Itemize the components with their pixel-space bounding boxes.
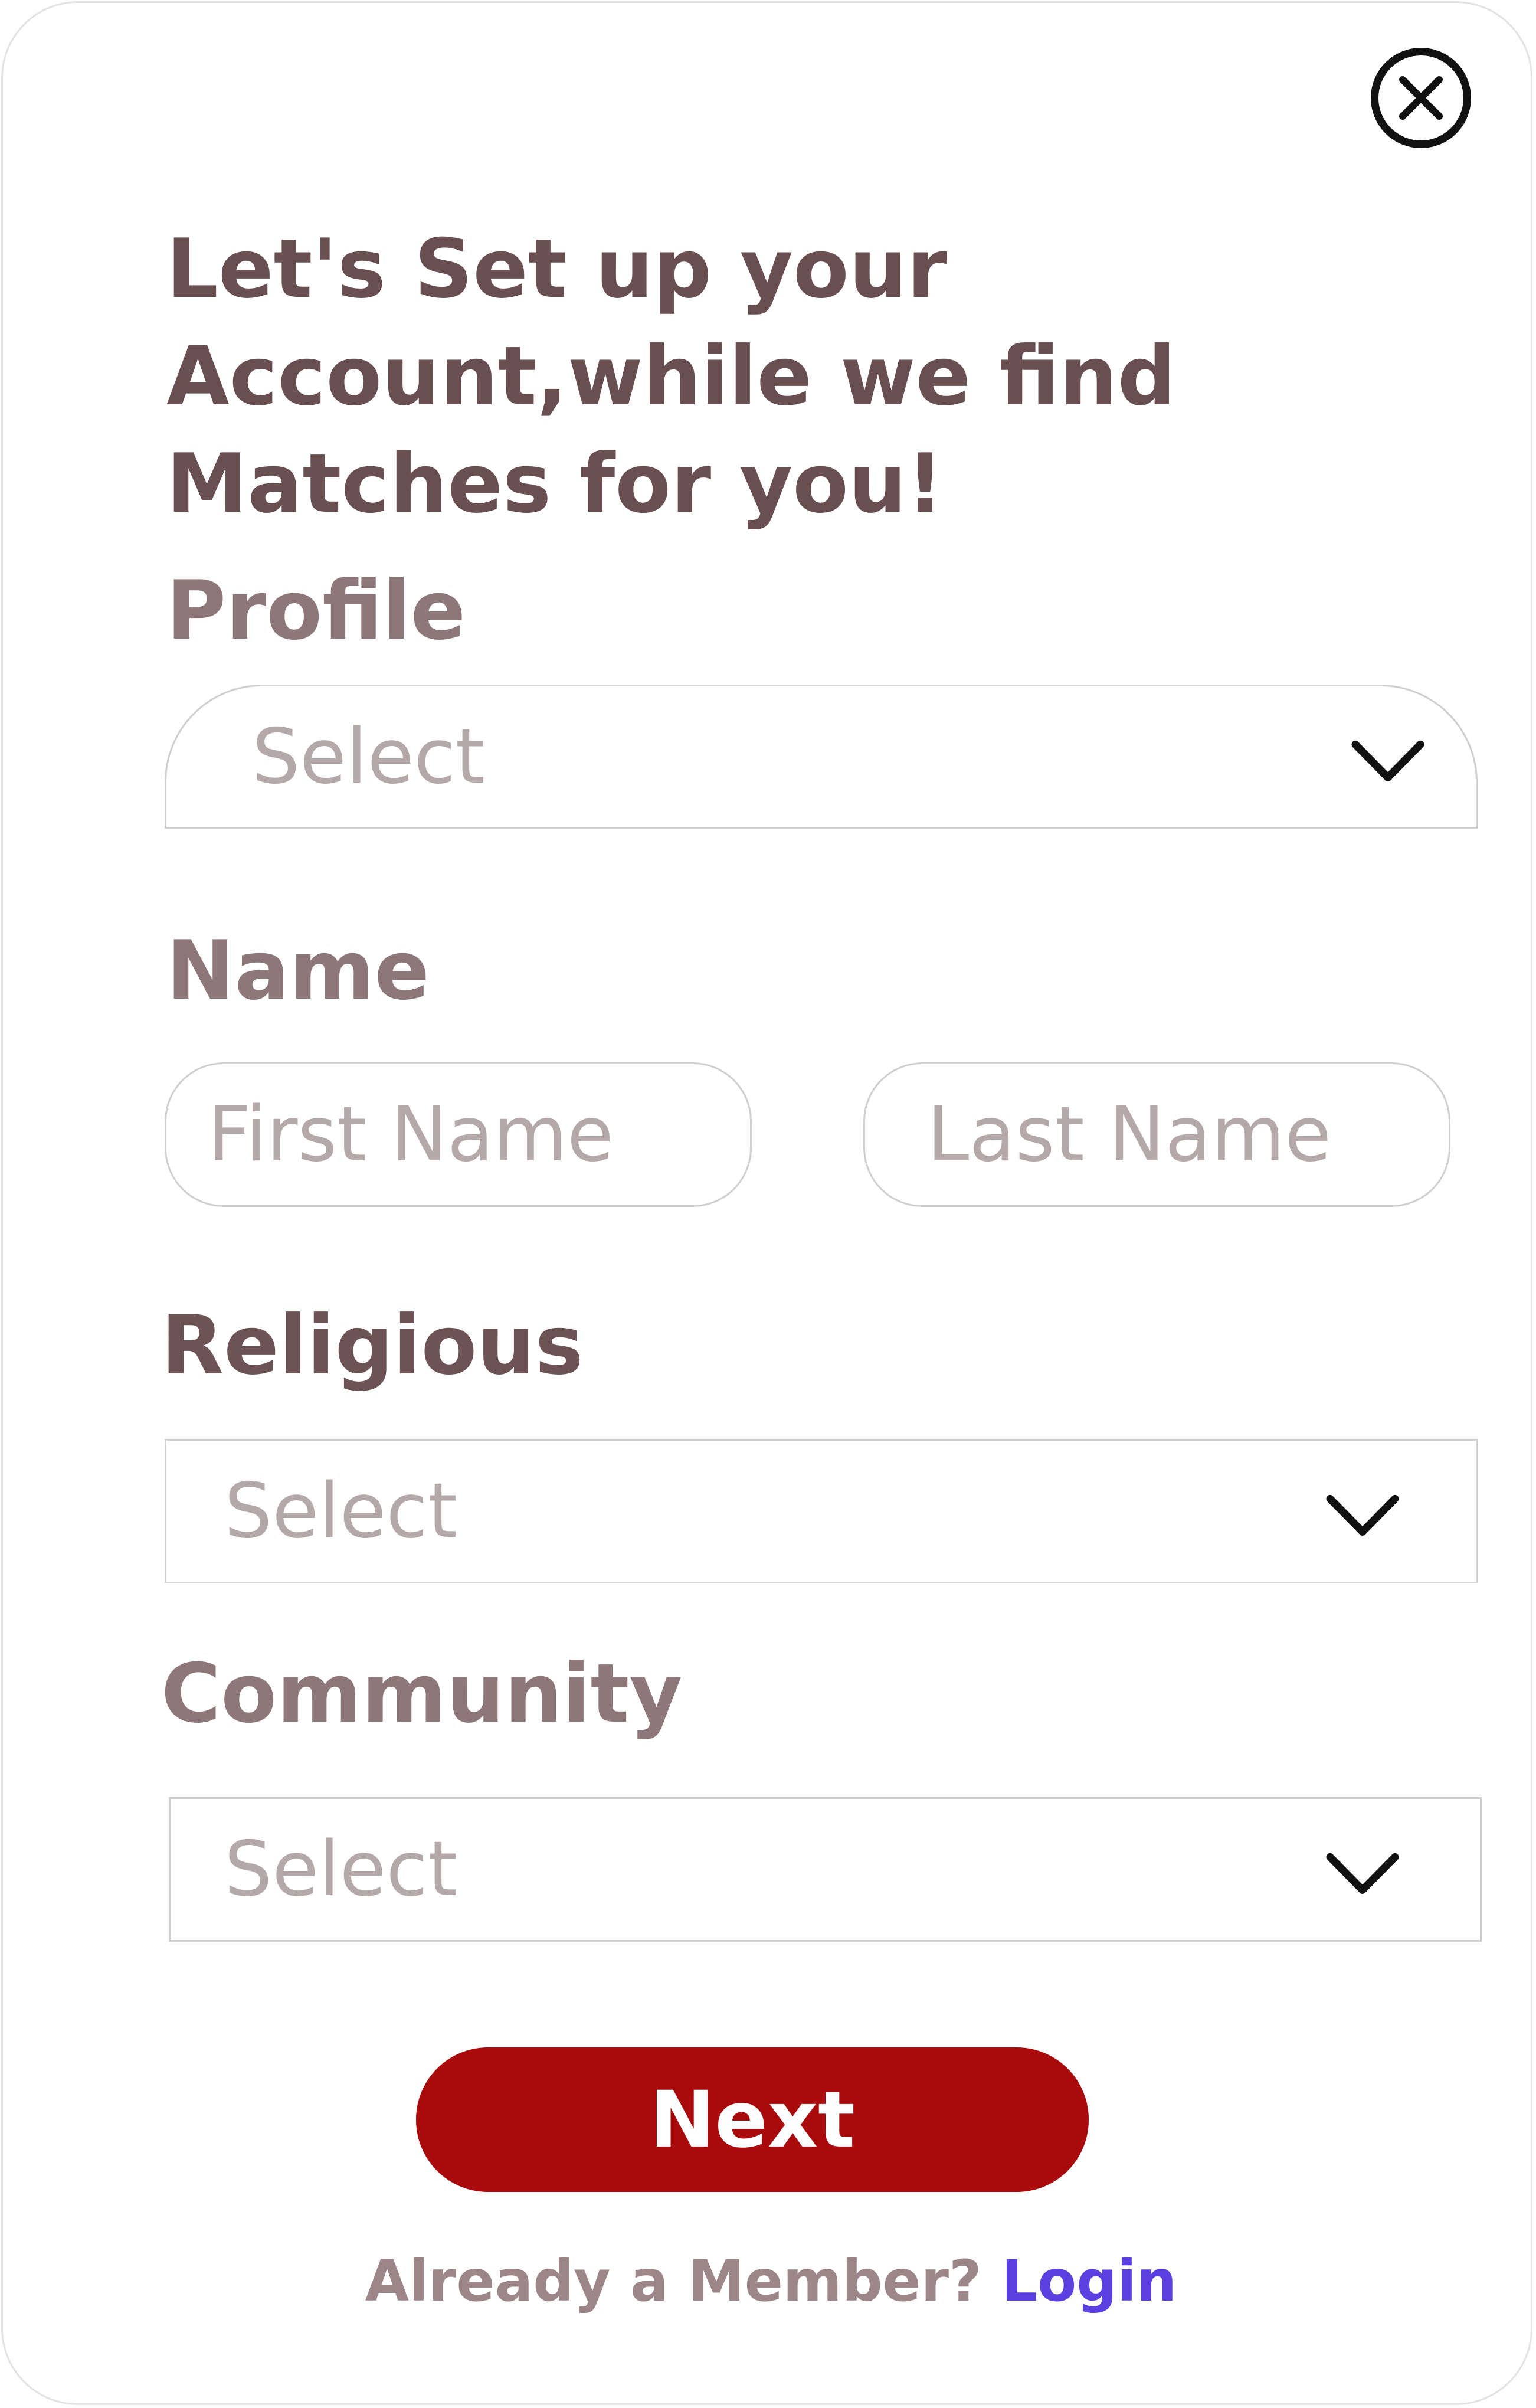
religious-select-value: Select bbox=[224, 1467, 457, 1555]
chevron-down-icon bbox=[1351, 740, 1424, 781]
chevron-down-icon bbox=[1326, 1853, 1399, 1894]
already-member-text: Already a Member? bbox=[365, 2248, 982, 2314]
first-name-placeholder: First Name bbox=[208, 1090, 614, 1179]
religious-select[interactable]: Select bbox=[165, 1439, 1478, 1583]
close-button[interactable] bbox=[1371, 48, 1471, 148]
community-select[interactable]: Select bbox=[169, 1797, 1482, 1942]
page-title: Let's Set up your Account,while we find … bbox=[166, 221, 1176, 531]
close-icon bbox=[1399, 76, 1443, 120]
profile-label: Profile bbox=[166, 563, 466, 658]
first-name-field[interactable]: First Name bbox=[165, 1062, 752, 1207]
login-link[interactable]: Login bbox=[1001, 2248, 1177, 2314]
profile-select-value: Select bbox=[252, 712, 485, 801]
login-prompt: Already a Member? Login bbox=[3, 2246, 1536, 2317]
signup-dialog: Let's Set up your Account,while we find … bbox=[1, 1, 1532, 2405]
name-label: Name bbox=[166, 923, 430, 1018]
next-button[interactable]: Next bbox=[416, 2047, 1089, 2192]
chevron-down-icon bbox=[1326, 1494, 1399, 1536]
last-name-placeholder: Last Name bbox=[927, 1090, 1331, 1179]
last-name-field[interactable]: Last Name bbox=[863, 1062, 1450, 1207]
religious-label: Religious bbox=[161, 1298, 584, 1393]
community-select-value: Select bbox=[224, 1825, 457, 1913]
profile-select[interactable]: Select bbox=[165, 685, 1478, 829]
community-label: Community bbox=[161, 1646, 683, 1741]
